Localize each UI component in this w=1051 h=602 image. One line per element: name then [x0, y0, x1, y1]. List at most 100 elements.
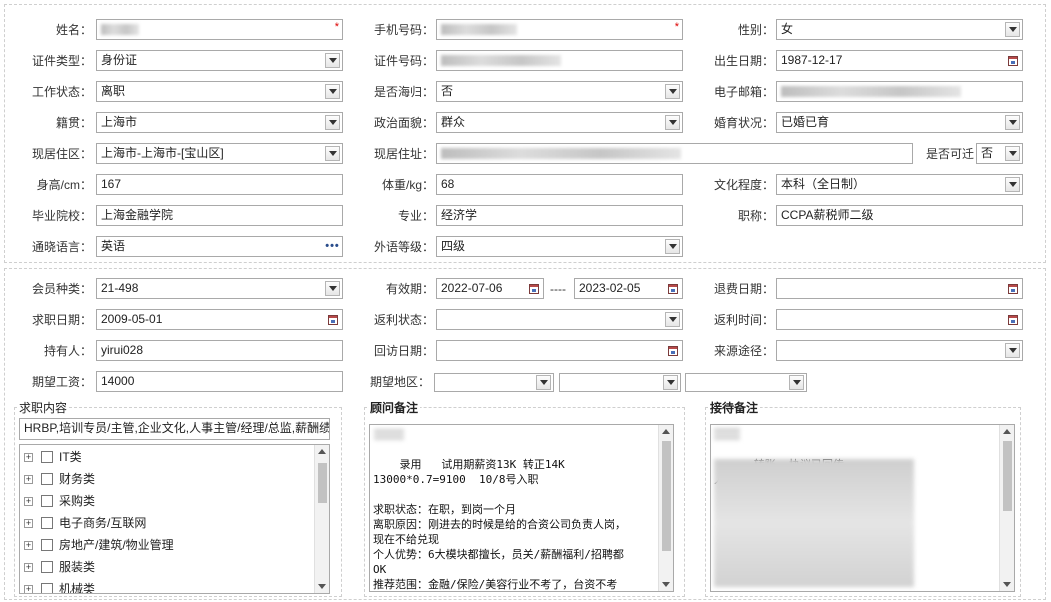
- expand-icon[interactable]: +: [24, 518, 33, 528]
- language-input[interactable]: 英语 •••: [96, 236, 343, 257]
- calendar-icon[interactable]: [665, 281, 680, 296]
- expected-province-select[interactable]: [434, 373, 554, 392]
- chevron-down-icon[interactable]: [325, 115, 340, 130]
- visit-date-input[interactable]: [436, 340, 683, 361]
- chevron-down-icon[interactable]: [536, 375, 551, 390]
- scroll-thumb[interactable]: [662, 441, 671, 551]
- phone-input[interactable]: *: [436, 19, 683, 40]
- chevron-down-icon[interactable]: [325, 53, 340, 68]
- scroll-up-icon[interactable]: [1003, 429, 1011, 434]
- expand-icon[interactable]: +: [24, 452, 33, 462]
- category-checkbox[interactable]: [41, 495, 53, 507]
- returnee-select[interactable]: 否: [436, 81, 683, 102]
- work-status-select[interactable]: 离职: [96, 81, 343, 102]
- category-checkbox[interactable]: [41, 583, 53, 593]
- tree-scrollbar[interactable]: [314, 445, 329, 593]
- chevron-down-icon[interactable]: [325, 281, 340, 296]
- job-category-tree[interactable]: + IT类 + 财务类 + 采购类 + 电子商务/互联网 + 房地产/建筑/物业管理 + 服装类 + 机械…: [19, 444, 330, 594]
- chevron-down-icon[interactable]: [665, 115, 680, 130]
- reception-notes-textarea[interactable]: 转账 协议已回传人事经理（同号） 目前正在找工作: [710, 424, 1015, 592]
- political-select[interactable]: 群众: [436, 112, 683, 133]
- education-select[interactable]: 本科（全日制）: [776, 174, 1023, 195]
- expand-icon[interactable]: +: [24, 474, 33, 484]
- tree-item[interactable]: + 机械类: [24, 579, 95, 593]
- height-input[interactable]: 167: [96, 174, 343, 195]
- name-input[interactable]: *: [96, 19, 343, 40]
- source-select[interactable]: [776, 340, 1023, 361]
- scroll-down-icon[interactable]: [662, 582, 670, 587]
- weight-input[interactable]: 68: [436, 174, 683, 195]
- chevron-down-icon[interactable]: [665, 312, 680, 327]
- scroll-up-icon[interactable]: [662, 429, 670, 434]
- tree-item[interactable]: + 服装类: [24, 557, 95, 577]
- category-checkbox[interactable]: [41, 517, 53, 529]
- chevron-down-icon[interactable]: [665, 239, 680, 254]
- chevron-down-icon[interactable]: [663, 375, 678, 390]
- calendar-icon[interactable]: [665, 343, 680, 358]
- chevron-down-icon[interactable]: [665, 84, 680, 99]
- native-place-select[interactable]: 上海市: [96, 112, 343, 133]
- category-checkbox[interactable]: [41, 473, 53, 485]
- tree-item[interactable]: + 财务类: [24, 469, 95, 489]
- job-content-summary[interactable]: HRBP,培训专员/主管,企业文化,人事主管/经理/总监,薪酬绩: [19, 418, 330, 440]
- member-type-select[interactable]: 21-498: [96, 278, 343, 299]
- scroll-up-icon[interactable]: [318, 449, 326, 454]
- more-icon[interactable]: •••: [325, 239, 340, 254]
- chevron-down-icon[interactable]: [789, 375, 804, 390]
- chevron-down-icon[interactable]: [1005, 343, 1020, 358]
- scroll-down-icon[interactable]: [318, 584, 326, 589]
- email-input[interactable]: [776, 81, 1023, 102]
- reception-notes-scrollbar[interactable]: [999, 425, 1014, 591]
- chevron-down-icon[interactable]: [325, 84, 340, 99]
- major-input[interactable]: 经济学: [436, 205, 683, 226]
- gender-select[interactable]: 女: [776, 19, 1023, 40]
- required-marker: *: [674, 21, 679, 33]
- calendar-icon[interactable]: [1005, 281, 1020, 296]
- scroll-down-icon[interactable]: [1003, 582, 1011, 587]
- rebate-status-select[interactable]: [436, 309, 683, 330]
- category-checkbox[interactable]: [41, 539, 53, 551]
- tree-item[interactable]: + IT类: [24, 447, 82, 467]
- tree-item[interactable]: + 电子商务/互联网: [24, 513, 146, 533]
- chevron-down-icon[interactable]: [1005, 115, 1020, 130]
- expected-city-select[interactable]: [559, 373, 681, 392]
- id-type-select[interactable]: 身份证: [96, 50, 343, 71]
- valid-end-input[interactable]: 2023-02-05: [574, 278, 683, 299]
- job-date-input[interactable]: 2009-05-01: [96, 309, 343, 330]
- expand-icon[interactable]: +: [24, 496, 33, 506]
- calendar-icon[interactable]: [325, 312, 340, 327]
- expected-district-select[interactable]: [685, 373, 807, 392]
- chevron-down-icon[interactable]: [1005, 177, 1020, 192]
- expand-icon[interactable]: +: [24, 584, 33, 593]
- birth-date-input[interactable]: 1987-12-17: [776, 50, 1023, 71]
- id-number-input[interactable]: [436, 50, 683, 71]
- tree-item[interactable]: + 采购类: [24, 491, 95, 511]
- calendar-icon[interactable]: [1005, 312, 1020, 327]
- valid-start-input[interactable]: 2022-07-06: [436, 278, 544, 299]
- relocatable-select[interactable]: 否: [976, 143, 1023, 164]
- tree-item[interactable]: + 房地产/建筑/物业管理: [24, 535, 174, 555]
- calendar-icon[interactable]: [1005, 53, 1020, 68]
- title-input[interactable]: CCPA薪税师二级: [776, 205, 1023, 226]
- refund-date-input[interactable]: [776, 278, 1023, 299]
- scroll-thumb[interactable]: [318, 463, 327, 503]
- chevron-down-icon[interactable]: [1005, 22, 1020, 37]
- residence-addr-input[interactable]: [436, 143, 913, 164]
- lang-level-select[interactable]: 四级: [436, 236, 683, 257]
- residence-area-select[interactable]: 上海市-上海市-[宝山区]: [96, 143, 343, 164]
- rebate-time-input[interactable]: [776, 309, 1023, 330]
- consultant-notes-scrollbar[interactable]: [658, 425, 673, 591]
- school-input[interactable]: 上海金融学院: [96, 205, 343, 226]
- expand-icon[interactable]: +: [24, 540, 33, 550]
- category-checkbox[interactable]: [41, 451, 53, 463]
- expand-icon[interactable]: +: [24, 562, 33, 572]
- chevron-down-icon[interactable]: [325, 146, 340, 161]
- scroll-thumb[interactable]: [1003, 441, 1012, 511]
- chevron-down-icon[interactable]: [1005, 146, 1020, 161]
- holder-input[interactable]: yirui028: [96, 340, 343, 361]
- category-checkbox[interactable]: [41, 561, 53, 573]
- calendar-icon[interactable]: [526, 281, 541, 296]
- marital-select[interactable]: 已婚已育: [776, 112, 1023, 133]
- consultant-notes-textarea[interactable]: 录用 试用期薪资13K 转正14K 13000*0.7=9100 10/8号入职求…: [369, 424, 674, 592]
- expected-salary-input[interactable]: 14000: [96, 371, 343, 392]
